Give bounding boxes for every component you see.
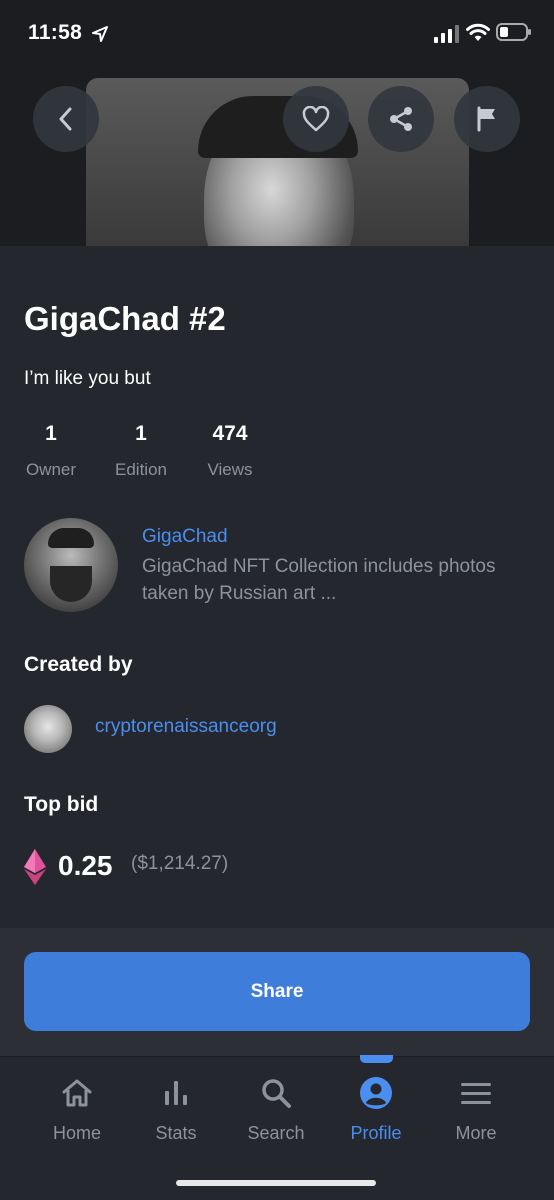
stat-label: Edition	[115, 460, 167, 479]
collection-name-link[interactable]: GigaChad	[142, 526, 228, 548]
stat-label: Owner	[25, 460, 77, 479]
stat-views: 474 Views	[204, 422, 256, 480]
stat-value: 1	[45, 422, 57, 445]
tab-label: Profile	[350, 1123, 402, 1143]
tab-search[interactable]: Search	[231, 1075, 321, 1144]
ethereum-icon	[24, 849, 46, 885]
collection-avatar[interactable]	[24, 518, 118, 612]
creator-avatar[interactable]	[24, 705, 72, 753]
search-icon	[262, 1079, 291, 1108]
chevron-left-icon	[59, 107, 72, 131]
tab-label: Stats	[155, 1123, 197, 1143]
cellular-signal-icon	[434, 25, 459, 43]
nft-title: GigaChad #2	[24, 300, 226, 337]
tab-label: More	[455, 1123, 497, 1143]
tab-stats[interactable]: Stats	[131, 1075, 221, 1144]
favorite-button[interactable]	[283, 86, 349, 152]
collection-description: GigaChad NFT Collection includes photos …	[142, 556, 496, 604]
created-by-heading: Created by	[24, 653, 133, 676]
stat-value: 1	[135, 422, 147, 445]
stat-owner: 1 Owner	[24, 422, 78, 480]
nft-description: I’m like you but	[24, 368, 151, 389]
stats-icon	[165, 1081, 187, 1105]
profile-icon	[360, 1077, 392, 1109]
top-bid-usd: ($1,214.27)	[131, 853, 229, 874]
battery-icon	[496, 23, 531, 41]
active-tab-indicator	[360, 1055, 393, 1063]
status-time: 11:58	[28, 21, 83, 44]
location-arrow-icon	[92, 26, 108, 42]
stat-label: Views	[207, 460, 253, 479]
tab-home[interactable]: Home	[32, 1075, 122, 1144]
menu-icon	[461, 1083, 491, 1104]
share-icon	[390, 107, 412, 131]
top-bid-heading: Top bid	[24, 793, 99, 816]
wifi-icon	[466, 23, 490, 41]
action-footer: Share	[0, 928, 554, 1056]
stat-value: 474	[212, 422, 248, 445]
top-bid-amount: 0.25	[58, 850, 113, 881]
bottom-tab-bar: Home Stats Search Profile More	[0, 1055, 554, 1200]
heart-icon	[302, 106, 330, 132]
stat-edition: 1 Edition	[112, 422, 170, 480]
back-button[interactable]	[33, 86, 99, 152]
home-indicator[interactable]	[176, 1180, 376, 1186]
share-icon-button[interactable]	[368, 86, 434, 152]
tab-label: Search	[247, 1123, 305, 1143]
tab-more[interactable]: More	[431, 1075, 521, 1144]
report-button[interactable]	[454, 86, 520, 152]
home-icon	[62, 1079, 92, 1107]
flag-icon	[477, 106, 495, 132]
share-button[interactable]: Share	[24, 952, 530, 1031]
creator-name-link[interactable]: cryptorenaissanceorg	[95, 716, 277, 738]
tab-profile[interactable]: Profile	[331, 1075, 421, 1144]
status-bar: 11:58	[0, 0, 554, 70]
tab-label: Home	[52, 1123, 101, 1143]
